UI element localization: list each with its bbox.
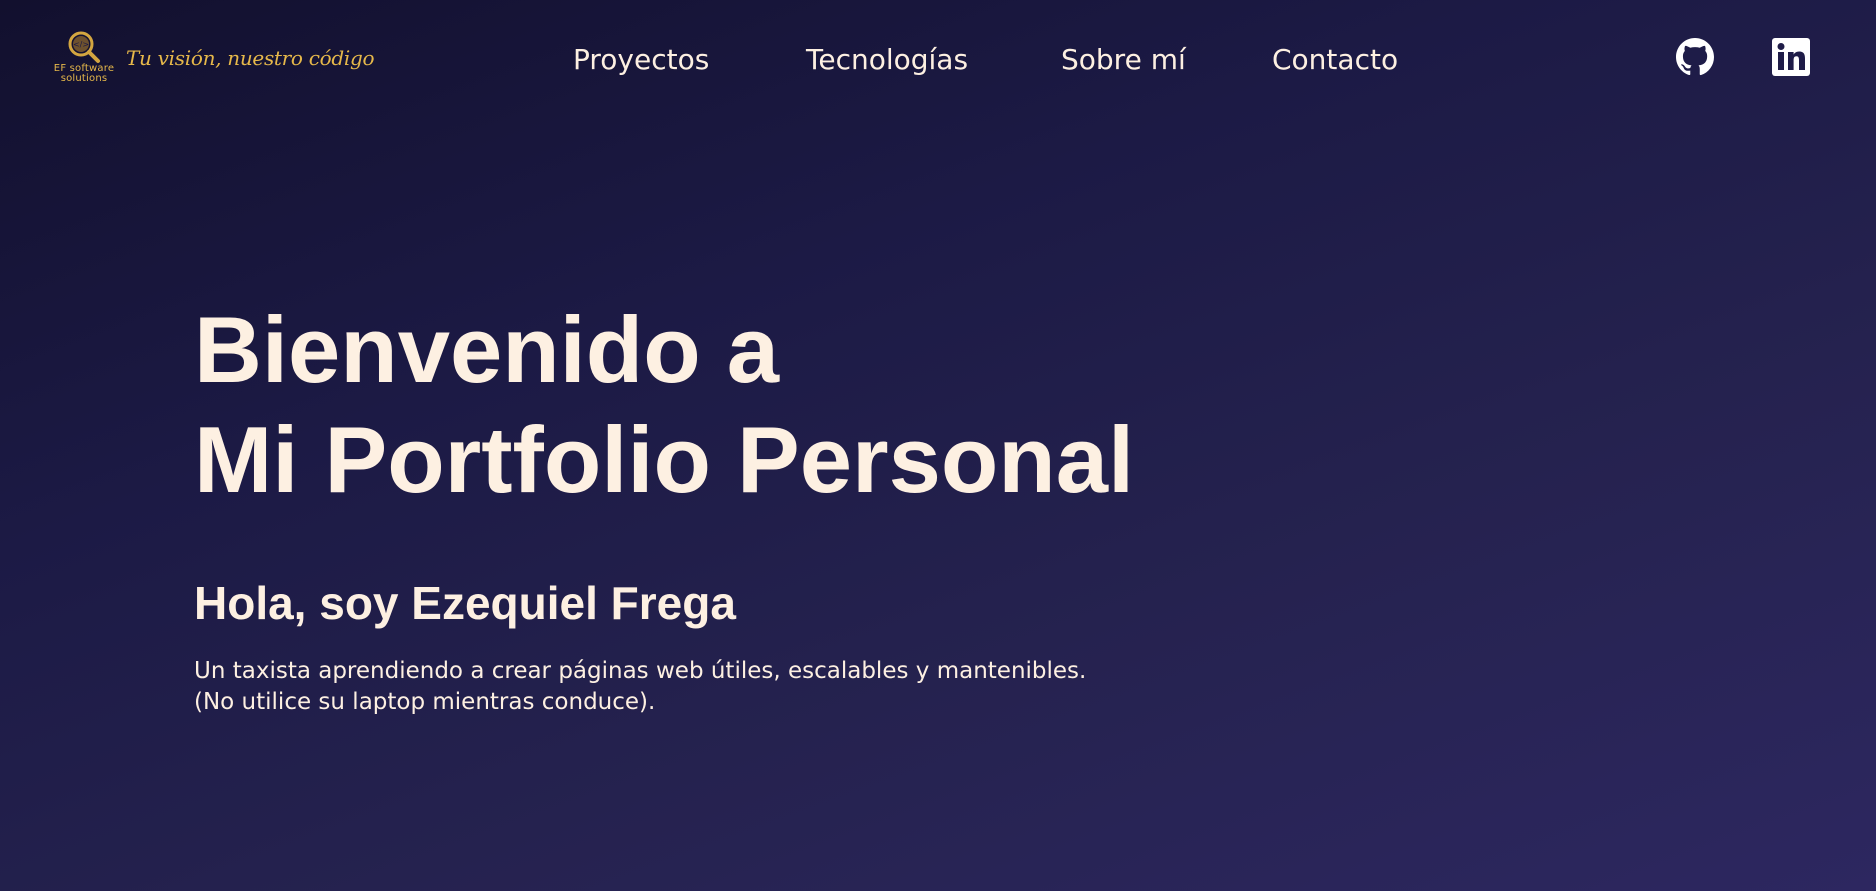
nav-link-tecnologias[interactable]: Tecnologías [806,40,968,80]
svg-text:</>: </> [73,40,89,49]
nav-link-contacto[interactable]: Contacto [1272,40,1398,80]
hero-greeting: Hola, soy Ezequiel Frega [194,577,736,629]
hero-title-line-2: Mi Portfolio Personal [194,407,1135,512]
logo[interactable]: </> EF software solutions Tu visión, nue… [48,30,375,86]
magnifier-logo-icon: </> EF software solutions [48,30,120,86]
logo-tagline: Tu visión, nuestro código [126,46,375,70]
site-header: </> EF software solutions Tu visión, nue… [0,0,1876,120]
linkedin-icon[interactable] [1772,38,1810,76]
hero-description: Un taxista aprendiendo a crear páginas w… [194,656,1086,718]
hero-title-line-1: Bienvenido a [194,297,780,402]
hero-description-line-1: Un taxista aprendiendo a crear páginas w… [194,658,1087,684]
github-icon[interactable] [1676,38,1714,76]
hero-title: Bienvenido a Mi Portfolio Personal [194,295,1134,515]
logo-company-name: EF software solutions [53,63,115,84]
nav-link-sobre-mi[interactable]: Sobre mí [1061,40,1186,80]
nav-link-proyectos[interactable]: Proyectos [573,40,709,80]
hero-description-line-2: (No utilice su laptop mientras conduce). [194,689,656,715]
